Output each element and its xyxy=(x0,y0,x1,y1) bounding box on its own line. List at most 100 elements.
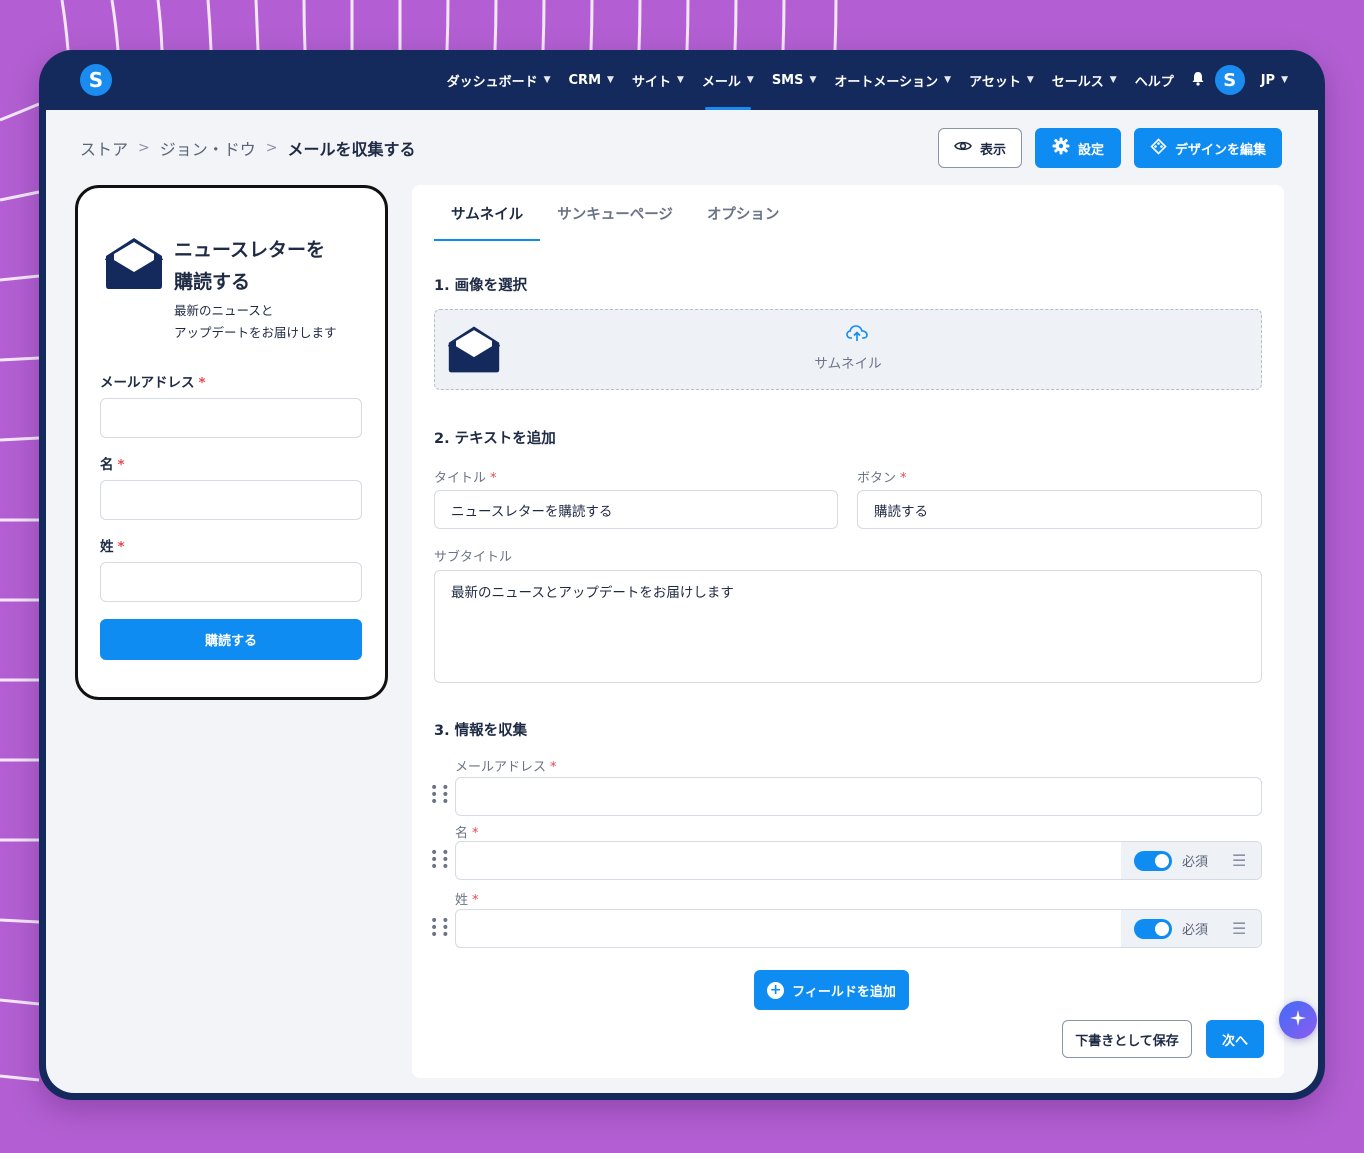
settings-button-label: 設定 xyxy=(1077,142,1104,158)
nav-assets[interactable]: アセット ▼ xyxy=(960,50,1043,110)
nav-sms[interactable]: SMS ▼ xyxy=(763,50,826,110)
upload-cloud-icon xyxy=(846,324,868,346)
next-button[interactable]: 次へ xyxy=(1206,1020,1264,1058)
add-field-label: フィールドを追加 xyxy=(792,984,896,1000)
preview-email-label: メールアドレス * xyxy=(100,371,206,391)
chevron-down-icon: ▼ xyxy=(676,75,684,85)
menu-icon[interactable]: ☰ xyxy=(1232,919,1246,938)
breadcrumb-user[interactable]: ジョン・ドウ xyxy=(160,136,256,160)
collect-email-field[interactable] xyxy=(455,777,1262,816)
preview-subscribe-button[interactable]: 購読する xyxy=(100,619,362,660)
required-toggle-group: 必須 ☰ xyxy=(1121,842,1261,879)
label-text: ボタン xyxy=(857,471,897,486)
breadcrumb-store[interactable]: ストア xyxy=(80,136,128,160)
section-add-text: 2. テキストを追加 xyxy=(434,431,556,447)
collect-last-name-field[interactable]: 必須 ☰ xyxy=(455,909,1262,948)
preview-last-name-input[interactable] xyxy=(100,562,362,602)
editor-tabs: サムネイル サンキューページ オプション xyxy=(434,185,796,241)
edit-design-button-label: デザインを編集 xyxy=(1174,142,1266,158)
breadcrumb: ストア > ジョン・ドウ > メールを収集する xyxy=(80,136,416,160)
preview-button[interactable]: 表示 xyxy=(938,128,1022,168)
label-text: メールアドレス xyxy=(100,375,195,391)
nav-site[interactable]: サイト ▼ xyxy=(623,50,693,110)
tab-thumbnail[interactable]: サムネイル xyxy=(434,185,541,241)
preview-subtitle: 最新のニュースと アップデートをお届けします xyxy=(174,300,337,344)
preview-email-input[interactable] xyxy=(100,398,362,438)
chevron-down-icon: ▼ xyxy=(746,75,754,85)
button-field-label: ボタン * xyxy=(857,467,907,486)
nav-label: ヘルプ xyxy=(1134,74,1174,90)
language-label: JP xyxy=(1260,72,1276,88)
tab-options[interactable]: オプション xyxy=(690,185,797,241)
chevron-down-icon: ▼ xyxy=(944,75,952,85)
drag-handle-icon[interactable]: •• •• •• xyxy=(430,914,450,942)
chevron-right-icon: > xyxy=(138,140,150,156)
required-toggle[interactable] xyxy=(1134,850,1172,871)
nav-label: メール xyxy=(701,74,741,90)
envelope-icon xyxy=(104,236,164,294)
nav-dashboard[interactable]: ダッシュボード ▼ xyxy=(438,50,560,110)
required-toggle[interactable] xyxy=(1134,918,1172,939)
settings-button[interactable]: 設定 xyxy=(1035,128,1121,168)
nav-automation[interactable]: オートメーション ▼ xyxy=(825,50,960,110)
chevron-down-icon: ▼ xyxy=(1281,75,1288,85)
button-text-input[interactable]: 購読する xyxy=(857,490,1262,529)
label-text: 姓 xyxy=(100,539,114,555)
label-text: メールアドレス xyxy=(455,760,547,775)
chevron-down-icon: ▼ xyxy=(809,75,817,85)
chevron-down-icon: ▼ xyxy=(543,75,551,85)
nav-label: CRM xyxy=(568,72,602,88)
edit-design-button[interactable]: デザインを編集 xyxy=(1134,128,1282,168)
nav-crm[interactable]: CRM ▼ xyxy=(560,50,623,110)
subtitle-textarea[interactable]: 最新のニュースとアップデートをお届けします xyxy=(434,570,1262,683)
preview-title-line: ニュースレターを xyxy=(174,239,326,261)
title-input[interactable]: ニュースレターを購読する xyxy=(434,490,838,529)
gear-icon xyxy=(1052,137,1070,159)
collect-email-label: メールアドレス * xyxy=(455,756,557,775)
collect-first-name-field[interactable]: 必須 ☰ xyxy=(455,841,1262,880)
chevron-down-icon: ▼ xyxy=(1109,75,1117,85)
nav-label: セールス xyxy=(1051,74,1104,90)
nav-sales[interactable]: セールス ▼ xyxy=(1043,50,1126,110)
required-mark: * xyxy=(117,539,125,555)
save-draft-button[interactable]: 下書きとして保存 xyxy=(1062,1020,1192,1058)
brand-logo[interactable]: S xyxy=(80,64,112,96)
tab-thank-you-page[interactable]: サンキューページ xyxy=(540,185,690,241)
top-navbar: S ダッシュボード ▼ CRM ▼ サイト ▼ メール ▼ SMS ▼ オートメーション ▼… xyxy=(46,50,1318,110)
nav-label: ダッシュボード xyxy=(446,74,538,90)
nav-help[interactable]: ヘルプ xyxy=(1126,50,1183,110)
sparkle-icon xyxy=(1289,1009,1307,1031)
main-nav: ダッシュボード ▼ CRM ▼ サイト ▼ メール ▼ SMS ▼ オートメーション ▼ ア… xyxy=(438,50,1288,110)
required-mark: * xyxy=(472,893,479,908)
chevron-down-icon: ▼ xyxy=(1026,75,1034,85)
nav-label: サイト xyxy=(631,74,671,90)
user-avatar[interactable]: S xyxy=(1214,65,1245,95)
section-select-image: 1. 画像を選択 xyxy=(434,278,528,294)
required-mark: * xyxy=(900,471,907,486)
chevron-down-icon: ▼ xyxy=(607,75,614,85)
chevron-right-icon: > xyxy=(265,140,278,156)
add-field-button[interactable]: + フィールドを追加 xyxy=(754,970,909,1010)
form-preview-card: ニュースレターを 購読する 最新のニュースと アップデートをお届けします メール… xyxy=(75,185,388,700)
language-selector[interactable]: JP ▼ xyxy=(1253,50,1288,110)
required-mark: * xyxy=(550,760,557,775)
drag-handle-icon[interactable]: •• •• •• xyxy=(430,846,450,874)
nav-label: オートメーション xyxy=(834,74,939,90)
bell-icon[interactable] xyxy=(1191,71,1205,90)
preview-title: ニュースレターを 購読する xyxy=(174,234,325,298)
label-text: タイトル xyxy=(434,471,487,486)
menu-icon[interactable]: ☰ xyxy=(1232,851,1246,870)
preview-subtitle-line: アップデートをお届けします xyxy=(174,325,337,340)
nav-mail[interactable]: メール ▼ xyxy=(693,50,763,110)
label-text: 名 xyxy=(100,457,114,473)
app-window: S ダッシュボード ▼ CRM ▼ サイト ▼ メール ▼ SMS ▼ オートメーション ▼… xyxy=(39,50,1325,1100)
preview-first-name-input[interactable] xyxy=(100,480,362,520)
drag-handle-icon[interactable]: •• •• •• xyxy=(430,781,450,809)
title-field-label: タイトル * xyxy=(434,467,497,486)
nav-label: SMS xyxy=(771,72,804,88)
preview-title-line: 購読する xyxy=(174,271,251,293)
image-dropzone[interactable]: サムネイル xyxy=(434,309,1262,390)
collect-last-name-label: 姓 * xyxy=(455,889,479,908)
eye-icon xyxy=(954,140,972,156)
ai-assistant-button[interactable] xyxy=(1279,1001,1317,1039)
